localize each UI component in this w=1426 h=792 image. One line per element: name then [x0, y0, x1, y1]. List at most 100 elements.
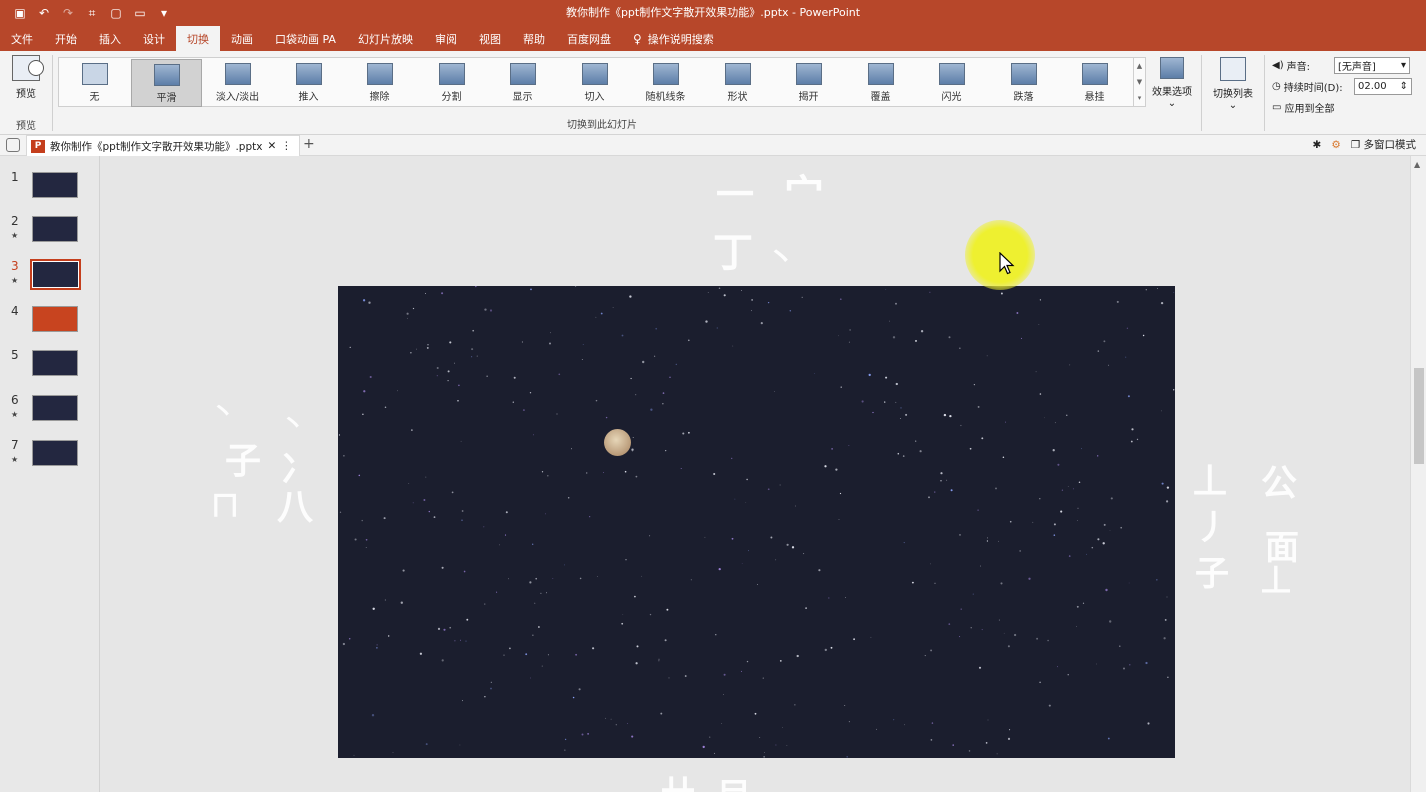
pin-icon[interactable]: ✱: [1313, 139, 1322, 151]
transition-none[interactable]: 无: [59, 59, 130, 107]
slide-thumbnail-image: [32, 172, 78, 198]
duration-spinner[interactable]: 02.00 ⇕: [1354, 77, 1412, 95]
tab-review[interactable]: 审阅: [424, 26, 468, 51]
effect-options-label: 效果选项: [1152, 87, 1192, 98]
tab-slideshow[interactable]: 幻灯片放映: [347, 26, 424, 51]
transition-fall-over-icon: [1010, 63, 1037, 85]
powerpoint-file-icon: P: [31, 139, 45, 153]
scattered-glyph[interactable]: 丿: [1195, 500, 1229, 549]
more-options-icon[interactable]: ⋮: [281, 140, 292, 152]
apply-to-all-button[interactable]: ▭ 应用到全部: [1272, 97, 1422, 117]
slide-thumbnail[interactable]: 1: [0, 170, 100, 206]
speaker-icon: ◀): [1272, 59, 1284, 71]
preview-button[interactable]: 预览: [6, 55, 46, 100]
scattered-glyph[interactable]: 八: [277, 478, 313, 530]
chevron-down-icon: ⌄: [1167, 98, 1177, 109]
tab-file[interactable]: 文件: [0, 26, 44, 51]
transition-push[interactable]: 推入: [273, 59, 344, 107]
transition-gallery: 无 平滑 淡入/淡出 推入 擦除 分割 显示 切入 随机线条 形状 揭开 覆盖 …: [58, 57, 1146, 107]
slide-number: 7: [11, 438, 19, 452]
slide-thumbnail[interactable]: 2 ★: [0, 214, 100, 250]
chevron-down-icon: ▾: [1400, 59, 1406, 71]
gallery-more-icon[interactable]: ▾: [1134, 90, 1145, 106]
scattered-glyph[interactable]: 子: [225, 432, 261, 484]
slide-thumbnail[interactable]: 4: [0, 304, 100, 340]
scattered-glyph[interactable]: 宀: [784, 162, 824, 220]
slide-thumbnail[interactable]: 7 ★: [0, 438, 100, 474]
effect-options-button[interactable]: 效果选项 ⌄: [1148, 57, 1196, 109]
transition-cover-icon: [867, 63, 894, 85]
tab-restore-icon[interactable]: [6, 138, 20, 152]
scattered-glyph[interactable]: 丶: [281, 404, 305, 439]
scattered-glyph[interactable]: 子: [1195, 546, 1229, 595]
transition-drape[interactable]: 悬挂: [1059, 59, 1130, 107]
tell-me-search[interactable]: ♀ 操作说明搜索: [622, 26, 725, 51]
transition-cut[interactable]: 切入: [559, 59, 630, 107]
transition-star-icon: ★: [11, 276, 19, 285]
lightbulb-icon: ♀: [632, 31, 642, 46]
gallery-up-arrow-icon[interactable]: ▲: [1134, 58, 1145, 74]
slide-editing-canvas[interactable]: 一 宀 丁 丶 丶 丶 子 冫 八 ㄇ 丄 公 丿 面 子 丄 廾 目: [101, 156, 1410, 792]
slide-thumbnail[interactable]: 6 ★: [0, 393, 100, 429]
scroll-up-arrow-icon[interactable]: ▲: [1414, 160, 1420, 169]
slide-thumbnail[interactable]: 5: [0, 348, 100, 384]
tab-design[interactable]: 设计: [132, 26, 176, 51]
tab-insert[interactable]: 插入: [88, 26, 132, 51]
transition-list-button[interactable]: 切换列表 ⌄: [1207, 57, 1259, 111]
gallery-scrollbar[interactable]: ▲ ▼ ▾: [1133, 58, 1145, 106]
transition-reveal[interactable]: 显示: [487, 59, 558, 107]
sound-select[interactable]: [无声音] ▾: [1334, 56, 1410, 74]
slide-thumbnail-image: [32, 440, 78, 466]
transition-wipe[interactable]: 擦除: [344, 59, 415, 107]
slide-number: 4: [11, 304, 19, 318]
preview-button-label: 预览: [16, 89, 36, 100]
tab-transitions[interactable]: 切换: [176, 26, 220, 51]
scattered-glyph[interactable]: ㄇ: [211, 484, 239, 524]
transition-morph[interactable]: 平滑: [131, 59, 202, 107]
tab-pocket-animation[interactable]: 口袋动画 PA: [264, 26, 347, 51]
document-tab[interactable]: P 教你制作《ppt制作文字散开效果功能》.pptx ✕ ⋮: [26, 135, 300, 156]
scattered-glyph[interactable]: 丄: [1193, 454, 1227, 503]
transition-cover[interactable]: 覆盖: [845, 59, 916, 107]
scattered-glyph[interactable]: 公: [1261, 454, 1297, 506]
spinner-icon[interactable]: ⇕: [1400, 81, 1408, 92]
preview-group-label: 预览: [16, 121, 36, 132]
tab-help[interactable]: 帮助: [512, 26, 556, 51]
settings-gear-icon[interactable]: ⚙: [1331, 139, 1340, 151]
scrollbar-thumb[interactable]: [1414, 368, 1424, 464]
transition-cut-icon: [581, 63, 608, 85]
scattered-glyph[interactable]: 丁: [713, 220, 753, 278]
timing-group: ◀) 声音: [无声音] ▾ ◷ 持续时间(D): 02.00 ⇕ ▭ 应用到全部: [1272, 55, 1422, 118]
tab-animations[interactable]: 动画: [220, 26, 264, 51]
scattered-glyph[interactable]: 丶: [211, 392, 235, 427]
transition-wipe-icon: [366, 63, 393, 85]
tab-home[interactable]: 开始: [44, 26, 88, 51]
slide-number: 1: [11, 170, 19, 184]
transition-fall-over[interactable]: 跌落: [988, 59, 1059, 107]
scattered-glyph[interactable]: 一: [716, 164, 754, 219]
gallery-down-arrow-icon[interactable]: ▼: [1134, 74, 1145, 90]
current-slide[interactable]: [338, 286, 1175, 758]
tab-view[interactable]: 视图: [468, 26, 512, 51]
scattered-glyph[interactable]: 丶: [767, 236, 795, 276]
transition-list-label: 切换列表: [1213, 89, 1253, 100]
transition-random-bars[interactable]: 随机线条: [630, 59, 701, 107]
close-icon[interactable]: ✕: [267, 140, 276, 152]
document-tab-name: 教你制作《ppt制作文字散开效果功能》.pptx: [50, 140, 263, 153]
scattered-glyph[interactable]: 丄: [1261, 556, 1291, 600]
transition-uncover[interactable]: 揭开: [773, 59, 844, 107]
transition-none-icon: [81, 63, 108, 85]
tab-baidu-netdisk[interactable]: 百度网盘: [556, 26, 622, 51]
clock-icon: ◷: [1272, 80, 1281, 92]
transition-shape[interactable]: 形状: [702, 59, 773, 107]
scattered-glyph[interactable]: 廾: [661, 766, 695, 792]
slide-thumbnail-current[interactable]: 3 ★: [0, 259, 100, 295]
transition-fade[interactable]: 淡入/淡出: [202, 59, 273, 107]
sound-label: 声音:: [1286, 61, 1310, 73]
transition-split[interactable]: 分割: [416, 59, 487, 107]
new-tab-icon[interactable]: +: [303, 136, 315, 152]
multiwindow-mode-button[interactable]: ❐ 多窗口模式: [1351, 137, 1416, 152]
scattered-glyph[interactable]: 目: [717, 768, 751, 792]
vertical-scrollbar[interactable]: ▲: [1410, 156, 1426, 792]
transition-flash[interactable]: 闪光: [916, 59, 987, 107]
